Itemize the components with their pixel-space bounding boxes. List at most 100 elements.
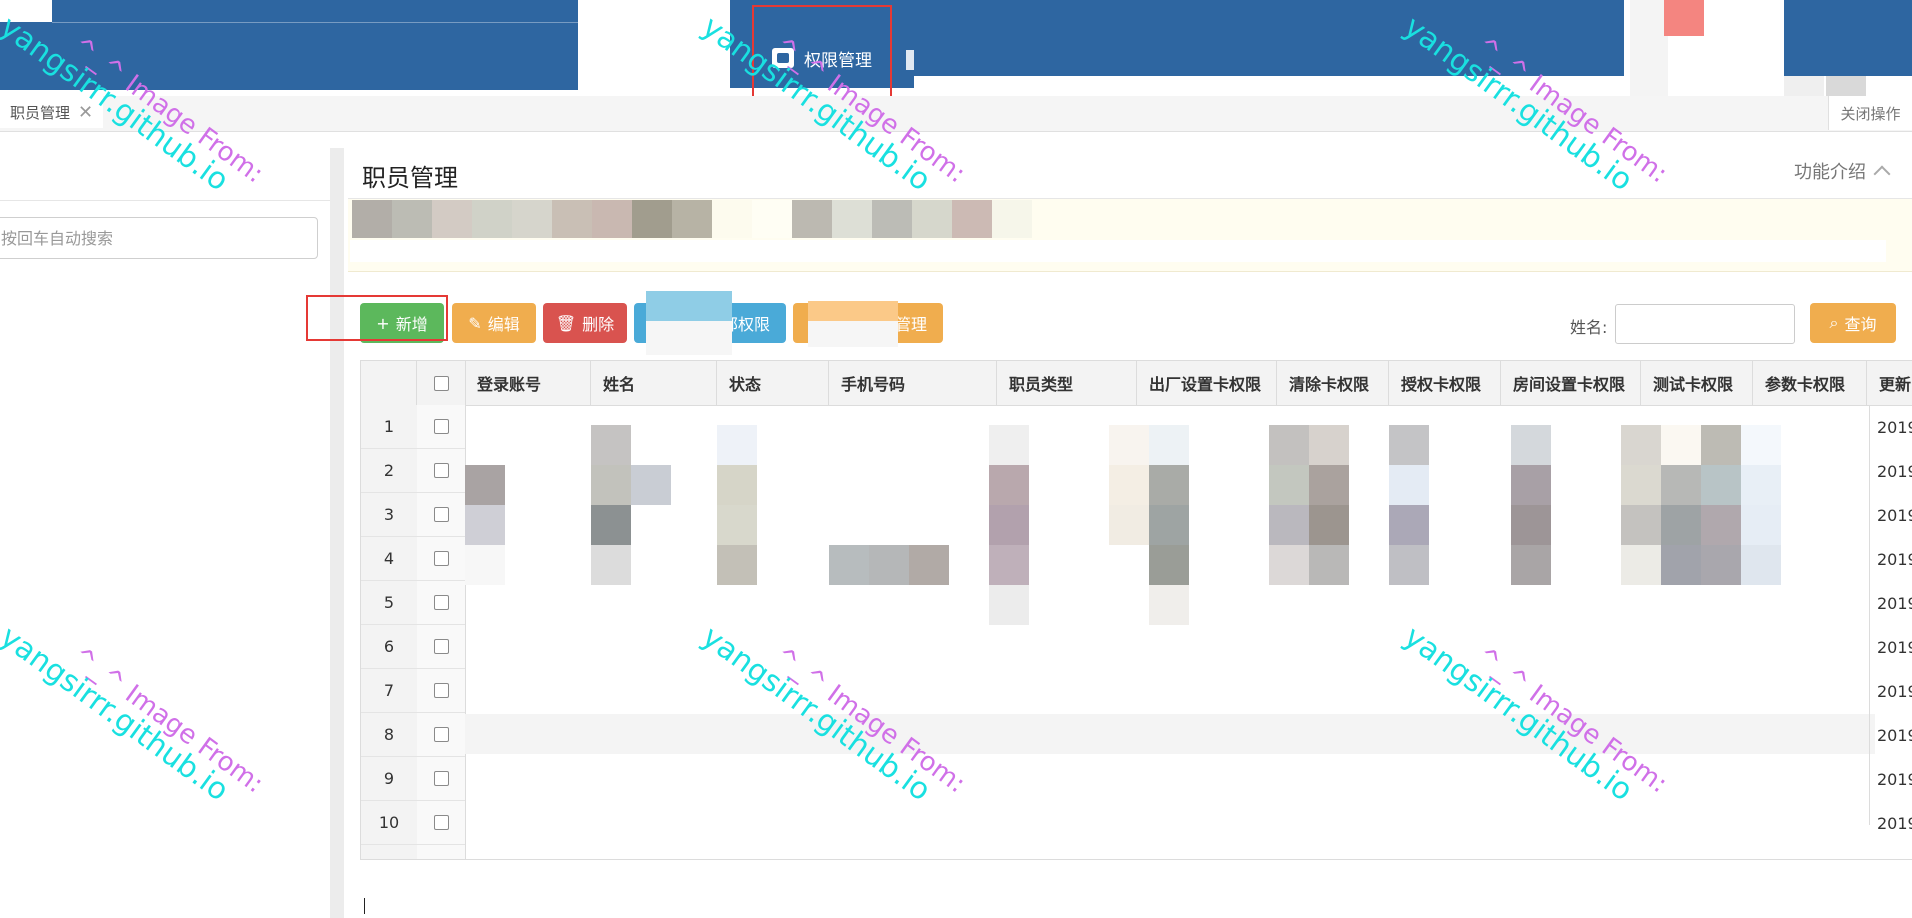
column-header[interactable]: 姓名 [591,361,717,405]
pixelated-cell [591,545,631,585]
pixelated-cell [1309,425,1349,465]
close-operations-button[interactable]: 关闭操作 [1828,96,1912,130]
row-number: 7 [361,669,417,713]
pixelated-block [1664,0,1704,36]
close-icon[interactable]: ✕ [78,102,93,123]
pixelated-cell [989,545,1029,585]
pixelated-cell [1109,425,1149,465]
pixelated-cell [1661,545,1701,585]
checkbox-box [433,507,449,522]
pixelated-cell [1309,505,1349,545]
column-header[interactable]: 参数卡权限 [1753,361,1867,405]
row-checkbox[interactable] [417,493,465,537]
row-number: 5 [361,581,417,625]
top-header [0,0,1912,100]
page-title: 职员管理 [362,164,458,192]
updated-cell: 2019 [1877,637,1912,657]
row-checkbox[interactable] [417,625,465,669]
pixelated-cell [1621,465,1661,505]
query-button[interactable]: ⌕ 查询 [1810,303,1896,343]
pixelated-cell [1149,545,1189,585]
row-checkbox[interactable] [417,669,465,713]
pixelated-cell [465,545,505,585]
pixelated-cell [1309,465,1349,505]
column-header[interactable]: 房间设置卡权限 [1501,361,1641,405]
pixelated-cell [989,465,1029,505]
pixelated-block [646,321,732,355]
sidebar-search-field[interactable] [0,217,318,259]
row-stripe [465,714,1875,754]
row-checkbox[interactable] [417,801,465,845]
pixelated-cell [1511,505,1551,545]
row-checkbox[interactable] [417,405,465,449]
pixelated-cell [717,465,757,505]
updated-cell: 2019 [1877,505,1912,525]
pixelated-cell [465,465,505,505]
search-icon: ⌕ [1829,313,1839,332]
column-divider [1869,405,1870,825]
updated-cell: 2019 [1877,813,1912,833]
name-search-field[interactable] [1615,304,1795,344]
pixelated-block [808,321,898,347]
pixelated-cell [1149,425,1189,465]
row-checkbox[interactable] [417,537,465,581]
row-number: 9 [361,757,417,801]
column-header[interactable]: 登录账号 [465,361,591,405]
delete-button[interactable]: 🗑 删除 [543,303,627,343]
updated-cell: 2019 [1877,681,1912,701]
panel-splitter[interactable] [330,148,344,918]
checkbox-box [433,375,449,391]
pixelated-cell [1621,505,1661,545]
checkbox-box [433,683,449,698]
pixelated-cell [1741,425,1781,465]
pixelated-cell [591,465,631,505]
pixelated-block [1630,0,1668,100]
checkbox-box [433,595,449,610]
column-header[interactable]: 测试卡权限 [1641,361,1753,405]
delete-button-label: 删除 [582,315,615,334]
pixelated-cell [465,505,505,545]
column-header[interactable]: 手机号码 [829,361,997,405]
row-checkbox[interactable] [417,581,465,625]
pixelated-cell [1389,545,1429,585]
row-number: 1 [361,405,417,449]
pixelated-cell [869,545,909,585]
next-nav-icon[interactable] [906,50,914,70]
column-header[interactable]: 职员类型 [997,361,1137,405]
column-header[interactable]: 状态 [717,361,829,405]
pixelated-cell [1741,545,1781,585]
column-header[interactable]: 更新 [1867,361,1912,405]
row-checkbox[interactable] [417,449,465,493]
feature-intro-toggle[interactable]: 功能介绍 [1794,158,1891,184]
management-button-label: 管理 [894,315,927,334]
edit-button[interactable]: ✎ 编辑 [452,303,536,343]
updated-cell: 2019 [1877,417,1912,437]
row-checkbox[interactable] [417,757,465,801]
pixelated-cell [717,505,757,545]
pixelated-cell [1621,545,1661,585]
header-divider-line [52,22,578,23]
updated-cell: 2019 [1877,549,1912,569]
select-all-checkbox[interactable] [417,361,466,405]
checkbox-box [433,419,449,434]
pixelated-cell [1511,465,1551,505]
name-search-label: 姓名: [1570,318,1608,337]
pixelated-cell [1701,465,1741,505]
pixelated-cell [1109,505,1149,545]
name-search-input[interactable] [1616,305,1794,343]
edit-button-label: 编辑 [487,315,520,334]
checkbox-box [433,815,449,830]
pixelated-cell [1109,465,1149,505]
column-header[interactable]: 授权卡权限 [1389,361,1501,405]
pixelated-cell [1661,425,1701,465]
pixelated-intro-text [352,200,1032,238]
pixelated-cell [1389,425,1429,465]
search-input[interactable] [0,218,317,258]
sidebar [0,148,330,918]
feature-intro-label: 功能介绍 [1794,162,1866,183]
row-checkbox[interactable] [417,713,465,757]
tab-staff-management[interactable]: 职员管理 ✕ [0,96,104,128]
column-header[interactable]: 清除卡权限 [1277,361,1389,405]
pixelated-cell [1149,585,1189,625]
column-header[interactable]: 出厂设置卡权限 [1137,361,1277,405]
